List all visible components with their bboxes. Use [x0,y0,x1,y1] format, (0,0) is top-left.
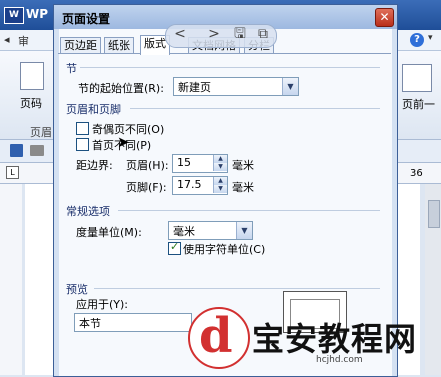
header-margin-stepper[interactable]: 15 ▲ ▼ [172,154,228,173]
spin-up-icon[interactable]: ▲ [213,177,227,185]
section-start-select[interactable]: 新建页 ▼ [173,77,299,96]
dialog-title: 页面设置 [62,12,111,26]
preview-heading: 预览 [66,283,88,296]
footer-margin-label: 页脚(F): [126,181,167,194]
char-unit-label: 使用字符单位(C) [183,243,266,256]
scrollbar-thumb[interactable] [428,200,440,228]
header-margin-unit: 毫米 [232,159,254,172]
general-options-divider [118,210,380,211]
print-icon[interactable] [30,145,44,156]
wps-logo-icon: W [4,7,24,24]
header-margin-value: 15 [177,156,191,169]
chevron-down-icon[interactable]: ▼ [282,78,298,95]
page-number-icon[interactable] [20,62,44,90]
spin-up-icon[interactable]: ▲ [213,155,227,163]
previous-page-button-label[interactable]: 页前一 [402,96,435,112]
forward-icon[interactable]: > [207,26,221,42]
close-button[interactable]: ✕ [375,8,394,27]
char-unit-checkbox[interactable] [168,240,181,255]
app-name: WP [26,7,49,21]
section-divider [80,67,380,68]
unit-label: 度量单位(M): [76,226,142,239]
watermark-logo-letter: d [199,308,233,364]
save-icon[interactable] [10,144,23,157]
apply-to-label: 应用于(Y): [76,298,129,311]
back-icon[interactable]: < [173,26,187,42]
footer-margin-stepper[interactable]: 17.5 ▲ ▼ [172,176,228,195]
unit-value: 毫米 [173,225,195,238]
preview-divider [94,288,380,289]
header-margin-label: 页眉(H): [126,159,169,172]
header-footer-divider [130,108,380,109]
help-dropdown-icon[interactable]: ▾ [428,33,433,43]
watermark-brand: 宝安教程网 [252,320,418,358]
save-icon[interactable]: 🖫 [233,26,247,42]
margin-label: 距边界: [76,159,113,172]
general-options-heading: 常规选项 [66,205,110,218]
copy-icon[interactable]: ⧉ [256,26,270,42]
unit-select[interactable]: 毫米 ▼ [168,221,253,240]
help-icon[interactable]: ? [410,33,424,47]
apply-to-value: 本节 [79,317,101,330]
previous-page-icon[interactable] [402,64,432,92]
section-heading: 节 [66,62,77,75]
page-number-button-label[interactable]: 页码 [20,95,42,111]
section-start-label: 节的起始位置(R): [78,82,164,95]
mouse-cursor-icon: ➤ [117,133,130,151]
spin-down-icon[interactable]: ▼ [213,163,227,171]
menu-scroll-left-icon[interactable]: ◂ [4,33,10,46]
chevron-down-icon[interactable]: ▼ [236,222,252,239]
tab-stop-selector[interactable]: L [6,166,19,179]
footer-margin-unit: 毫米 [232,181,254,194]
spin-down-icon[interactable]: ▼ [213,185,227,193]
footer-margin-value: 17.5 [177,178,202,191]
watermark-domain: hcjhd.com [316,355,363,365]
first-page-checkbox[interactable] [76,138,89,151]
tab-margins[interactable]: 页边距 [60,37,101,54]
header-footer-heading: 页眉和页脚 [66,103,121,116]
apply-to-select[interactable]: 本节 [74,313,192,332]
vertical-ruler [0,184,22,375]
tab-strip-border [58,53,391,54]
menu-item-review[interactable]: 审 [18,33,29,49]
tab-paper[interactable]: 纸张 [104,37,134,54]
section-start-value: 新建页 [178,81,211,94]
odd-even-checkbox[interactable] [76,122,89,135]
ruler-number: 36 [410,168,423,179]
ribbon-group-header-footer: 页眉 [30,126,52,139]
